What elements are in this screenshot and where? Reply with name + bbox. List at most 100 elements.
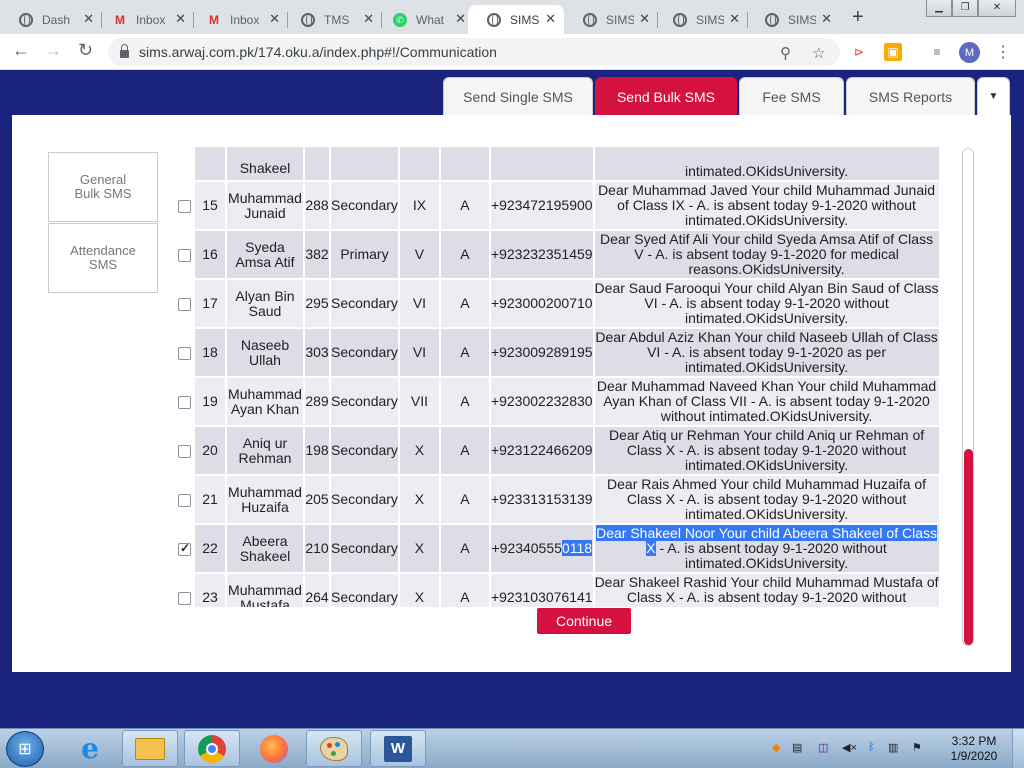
browser-tab-active[interactable]: SIMS ✕: [468, 5, 564, 34]
reload-icon[interactable]: ↻: [78, 40, 93, 61]
browser-tab[interactable]: M Inbox ✕: [188, 5, 288, 34]
tab-send-bulk-sms[interactable]: Send Bulk SMS: [595, 77, 737, 115]
word-logo: W: [384, 735, 412, 762]
student-class: VI: [399, 280, 439, 327]
tab-label: TMS: [324, 12, 350, 27]
restore-button[interactable]: ❐: [952, 0, 978, 17]
menu-kebab-icon[interactable]: ⋮: [994, 43, 1012, 61]
back-arrow-icon[interactable]: ←: [12, 40, 30, 61]
bluetooth-icon[interactable]: ᛒ: [868, 741, 875, 753]
general-bulk-sms-button[interactable]: General Bulk SMS: [48, 152, 158, 222]
tab-send-single-sms[interactable]: Send Single SMS: [443, 77, 593, 115]
start-button[interactable]: ⊞: [6, 731, 44, 767]
row-number: 18: [195, 329, 225, 376]
phone-number: +923122466209: [490, 427, 593, 474]
word-icon[interactable]: W: [370, 730, 426, 767]
chevron-down-icon[interactable]: ▼: [977, 77, 1010, 115]
close-tab-icon[interactable]: ✕: [83, 11, 94, 27]
tab-label: Inbox: [136, 12, 166, 27]
student-class: X: [399, 476, 439, 523]
continue-button[interactable]: Continue: [537, 608, 631, 634]
close-tab-icon[interactable]: ✕: [363, 11, 374, 27]
extension-screenshot-icon[interactable]: ▣: [884, 43, 902, 61]
close-tab-icon[interactable]: ✕: [175, 11, 186, 27]
row-checkbox[interactable]: [178, 591, 191, 605]
tab-label: Dash: [42, 12, 71, 27]
palette-icon: [320, 736, 348, 761]
speaker-muted-icon[interactable]: ◀×: [842, 741, 857, 754]
row-checkbox-checked[interactable]: [178, 541, 191, 556]
browser-tab[interactable]: SIMS ✕: [746, 5, 840, 34]
chrome-icon[interactable]: [184, 730, 240, 767]
media-controls-icon[interactable]: ≡: [928, 43, 946, 61]
student-class: X: [399, 427, 439, 474]
gmail-icon: M: [115, 13, 125, 27]
show-desktop-button[interactable]: [1012, 729, 1024, 768]
clock-date: 1/9/2020: [950, 749, 998, 763]
row-checkbox[interactable]: [178, 493, 191, 507]
attendance-sms-button[interactable]: Attendance SMS: [48, 223, 158, 293]
phone-number: +923009289195: [490, 329, 593, 376]
student-section: A: [440, 574, 489, 607]
windows-taskbar: ⊞ e W ◆ ▤ ◫ ◀× ᛒ ▥ ⚑ 3:32 PM 1/9/2020: [0, 728, 1024, 768]
student-level: Secondary: [331, 427, 398, 474]
new-tab-button[interactable]: +: [852, 6, 864, 29]
tab-label: SIMS: [788, 12, 816, 27]
student-id: 295: [305, 280, 329, 327]
action-center-flag-icon[interactable]: ⚑: [912, 741, 922, 754]
row-checkbox[interactable]: [178, 346, 191, 360]
forward-arrow-icon[interactable]: →: [44, 40, 62, 61]
close-window-button[interactable]: ✕: [978, 0, 1016, 17]
browser-tab[interactable]: SIMS ✕: [564, 5, 658, 34]
row-checkbox[interactable]: [178, 297, 191, 311]
internet-explorer-icon[interactable]: e: [62, 730, 118, 767]
browser-tab[interactable]: ✆ What ✕: [374, 5, 474, 34]
table-row: 20 Aniq ur Rehman 198 Secondary X A +923…: [176, 427, 939, 474]
zoom-icon[interactable]: ⚲: [780, 44, 791, 62]
browser-tab[interactable]: Dash ✕: [0, 5, 102, 34]
row-checkbox[interactable]: [178, 444, 191, 458]
student-name: Muhammad Mustafa: [227, 574, 303, 607]
whatsapp-icon: ✆: [392, 12, 408, 28]
address-bar[interactable]: sims.arwaj.com.pk/174.oku.a/index.php#!/…: [108, 38, 840, 66]
row-checkbox[interactable]: [178, 199, 191, 213]
file-explorer-icon[interactable]: [122, 730, 178, 767]
browser-tab[interactable]: SIMS ✕: [654, 5, 748, 34]
tray-app-icon[interactable]: ◆: [772, 741, 780, 754]
tab-label: What: [416, 12, 445, 27]
close-tab-icon[interactable]: ✕: [729, 11, 740, 27]
bookmark-star-icon[interactable]: ☆: [812, 44, 825, 62]
tab-sms-reports[interactable]: SMS Reports: [846, 77, 975, 115]
row-number: 20: [195, 427, 225, 474]
system-clock[interactable]: 3:32 PM 1/9/2020: [944, 734, 1004, 764]
close-tab-icon[interactable]: ✕: [639, 11, 650, 27]
phone-number: +923405550118: [490, 525, 593, 572]
scrollbar-thumb[interactable]: [964, 449, 973, 645]
message-cell: Dear Shakeel Rashid Your child Muhammad …: [594, 574, 939, 607]
tray-network-icon[interactable]: ▤: [792, 741, 802, 754]
paint-icon[interactable]: [306, 730, 362, 767]
student-level: Secondary: [331, 182, 398, 229]
browser-tab[interactable]: TMS ✕: [282, 5, 382, 34]
table-row: 21 Muhammad Huzaifa 205 Secondary X A +9…: [176, 476, 939, 523]
firefox-icon[interactable]: [246, 730, 302, 767]
student-name: Alyan Bin Saud: [227, 280, 303, 327]
row-checkbox[interactable]: [178, 248, 191, 262]
browser-tab[interactable]: M Inbox ✕: [94, 5, 194, 34]
close-tab-icon[interactable]: ✕: [821, 11, 832, 27]
row-number: 19: [195, 378, 225, 425]
close-tab-icon[interactable]: ✕: [545, 11, 556, 27]
close-tab-icon[interactable]: ✕: [455, 11, 466, 27]
message-cell: Dear Saud Farooqui Your child Alyan Bin …: [594, 280, 939, 327]
table-row: 17 Alyan Bin Saud 295 Secondary VI A +92…: [176, 280, 939, 327]
profile-avatar[interactable]: M: [959, 42, 980, 63]
tab-fee-sms[interactable]: Fee SMS: [739, 77, 844, 115]
extension-cast-icon[interactable]: ⊳: [850, 43, 868, 61]
row-checkbox[interactable]: [178, 395, 191, 409]
minimize-button[interactable]: ▁: [926, 0, 952, 17]
network-icon[interactable]: ▥: [888, 741, 898, 754]
firefox-logo: [260, 734, 288, 763]
close-tab-icon[interactable]: ✕: [269, 11, 280, 27]
tray-onenote-icon[interactable]: ◫: [818, 741, 828, 754]
phone-number: +923002232830: [490, 378, 593, 425]
